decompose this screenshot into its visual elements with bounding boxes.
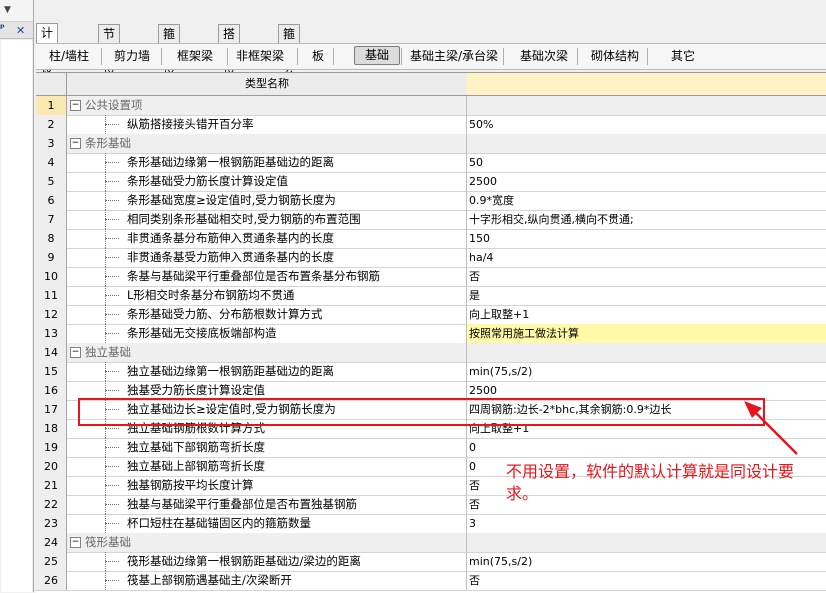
annotation-note: 不用设置，软件的默认计算就是同设计要求。 xyxy=(506,462,795,503)
